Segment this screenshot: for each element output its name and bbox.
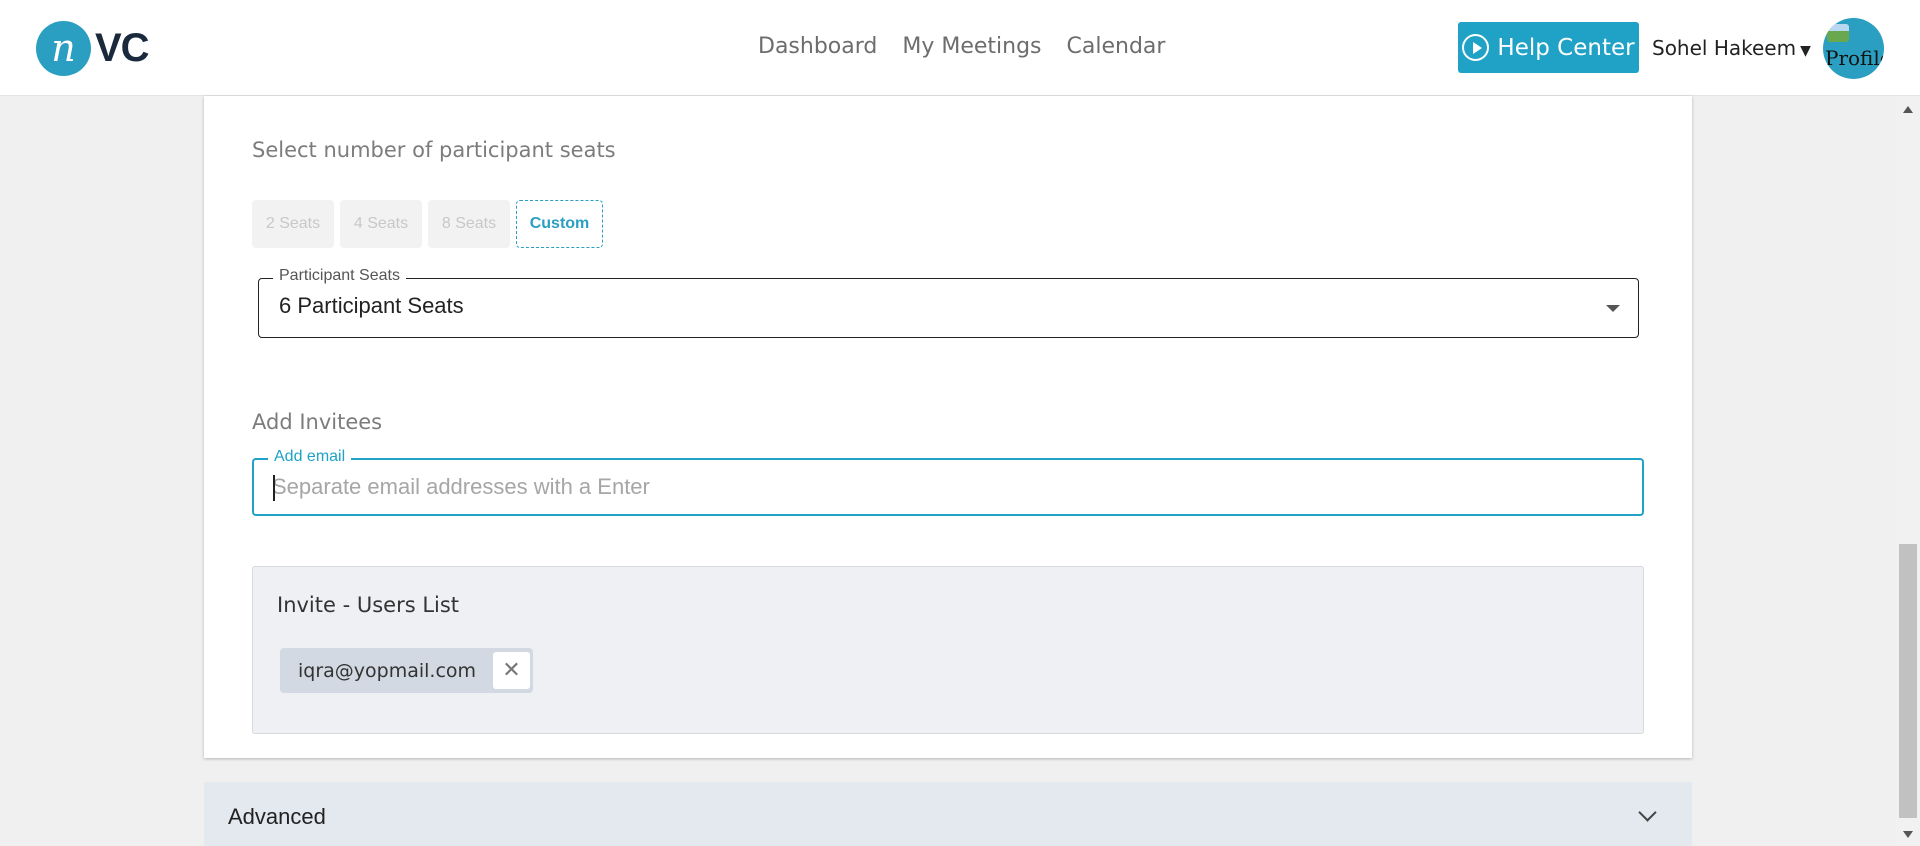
logo-text: VC (95, 25, 150, 70)
meeting-settings-card: Select number of participant seats 2 Sea… (204, 96, 1692, 758)
chevron-down-icon (1638, 803, 1657, 822)
text-cursor (273, 475, 275, 501)
top-header: n VC Dashboard My Meetings Calendar Help… (0, 0, 1920, 96)
invite-list-title: Invite - Users List (277, 593, 460, 617)
invitee-chip: iqra@yopmail.com ✕ (280, 648, 533, 693)
seat-option-4[interactable]: 4 Seats (340, 200, 422, 248)
broken-image-icon (1827, 24, 1849, 42)
nav-dashboard[interactable]: Dashboard (758, 34, 877, 59)
dropdown-arrow-icon (1606, 305, 1620, 312)
avatar[interactable]: Profile (1823, 18, 1884, 79)
participant-seats-select[interactable]: Participant Seats 6 Participant Seats (258, 267, 1639, 338)
vertical-scrollbar[interactable] (1896, 96, 1920, 846)
logo-mark: n (36, 20, 91, 76)
avatar-alt-text: Profile (1825, 46, 1884, 70)
scroll-down-arrow-icon[interactable] (1903, 831, 1913, 838)
participant-seats-label: Participant Seats (273, 267, 406, 285)
invitee-email: iqra@yopmail.com (298, 659, 477, 682)
add-email-field[interactable]: Add email (252, 448, 1644, 516)
seat-option-8[interactable]: 8 Seats (428, 200, 510, 248)
nvc-logo[interactable]: n VC (36, 20, 150, 76)
caret-down-icon: ▼ (1800, 43, 1811, 59)
participant-seats-value: 6 Participant Seats (279, 293, 464, 318)
invitees-section-label: Add Invitees (252, 410, 383, 434)
scroll-up-arrow-icon[interactable] (1903, 106, 1913, 113)
email-input[interactable] (272, 470, 1612, 504)
invite-users-list: Invite - Users List iqra@yopmail.com ✕ (252, 566, 1644, 734)
main-nav: Dashboard My Meetings Calendar (758, 34, 1165, 59)
play-circle-icon (1462, 34, 1490, 61)
seat-option-custom[interactable]: Custom (516, 200, 603, 248)
seat-option-2[interactable]: 2 Seats (252, 200, 334, 248)
seats-section-label: Select number of participant seats (252, 138, 616, 162)
close-icon[interactable]: ✕ (493, 652, 530, 689)
user-menu[interactable]: Sohel Hakeem ▼ (1652, 36, 1811, 60)
nav-calendar[interactable]: Calendar (1067, 34, 1166, 59)
user-name: Sohel Hakeem (1652, 36, 1797, 60)
advanced-label: Advanced (228, 804, 326, 829)
scroll-thumb[interactable] (1899, 544, 1917, 818)
help-center-label: Help Center (1497, 34, 1635, 61)
nav-my-meetings[interactable]: My Meetings (902, 34, 1041, 59)
help-center-button[interactable]: Help Center (1458, 22, 1639, 73)
add-email-label: Add email (268, 448, 352, 466)
advanced-accordion[interactable]: Advanced (204, 782, 1692, 846)
